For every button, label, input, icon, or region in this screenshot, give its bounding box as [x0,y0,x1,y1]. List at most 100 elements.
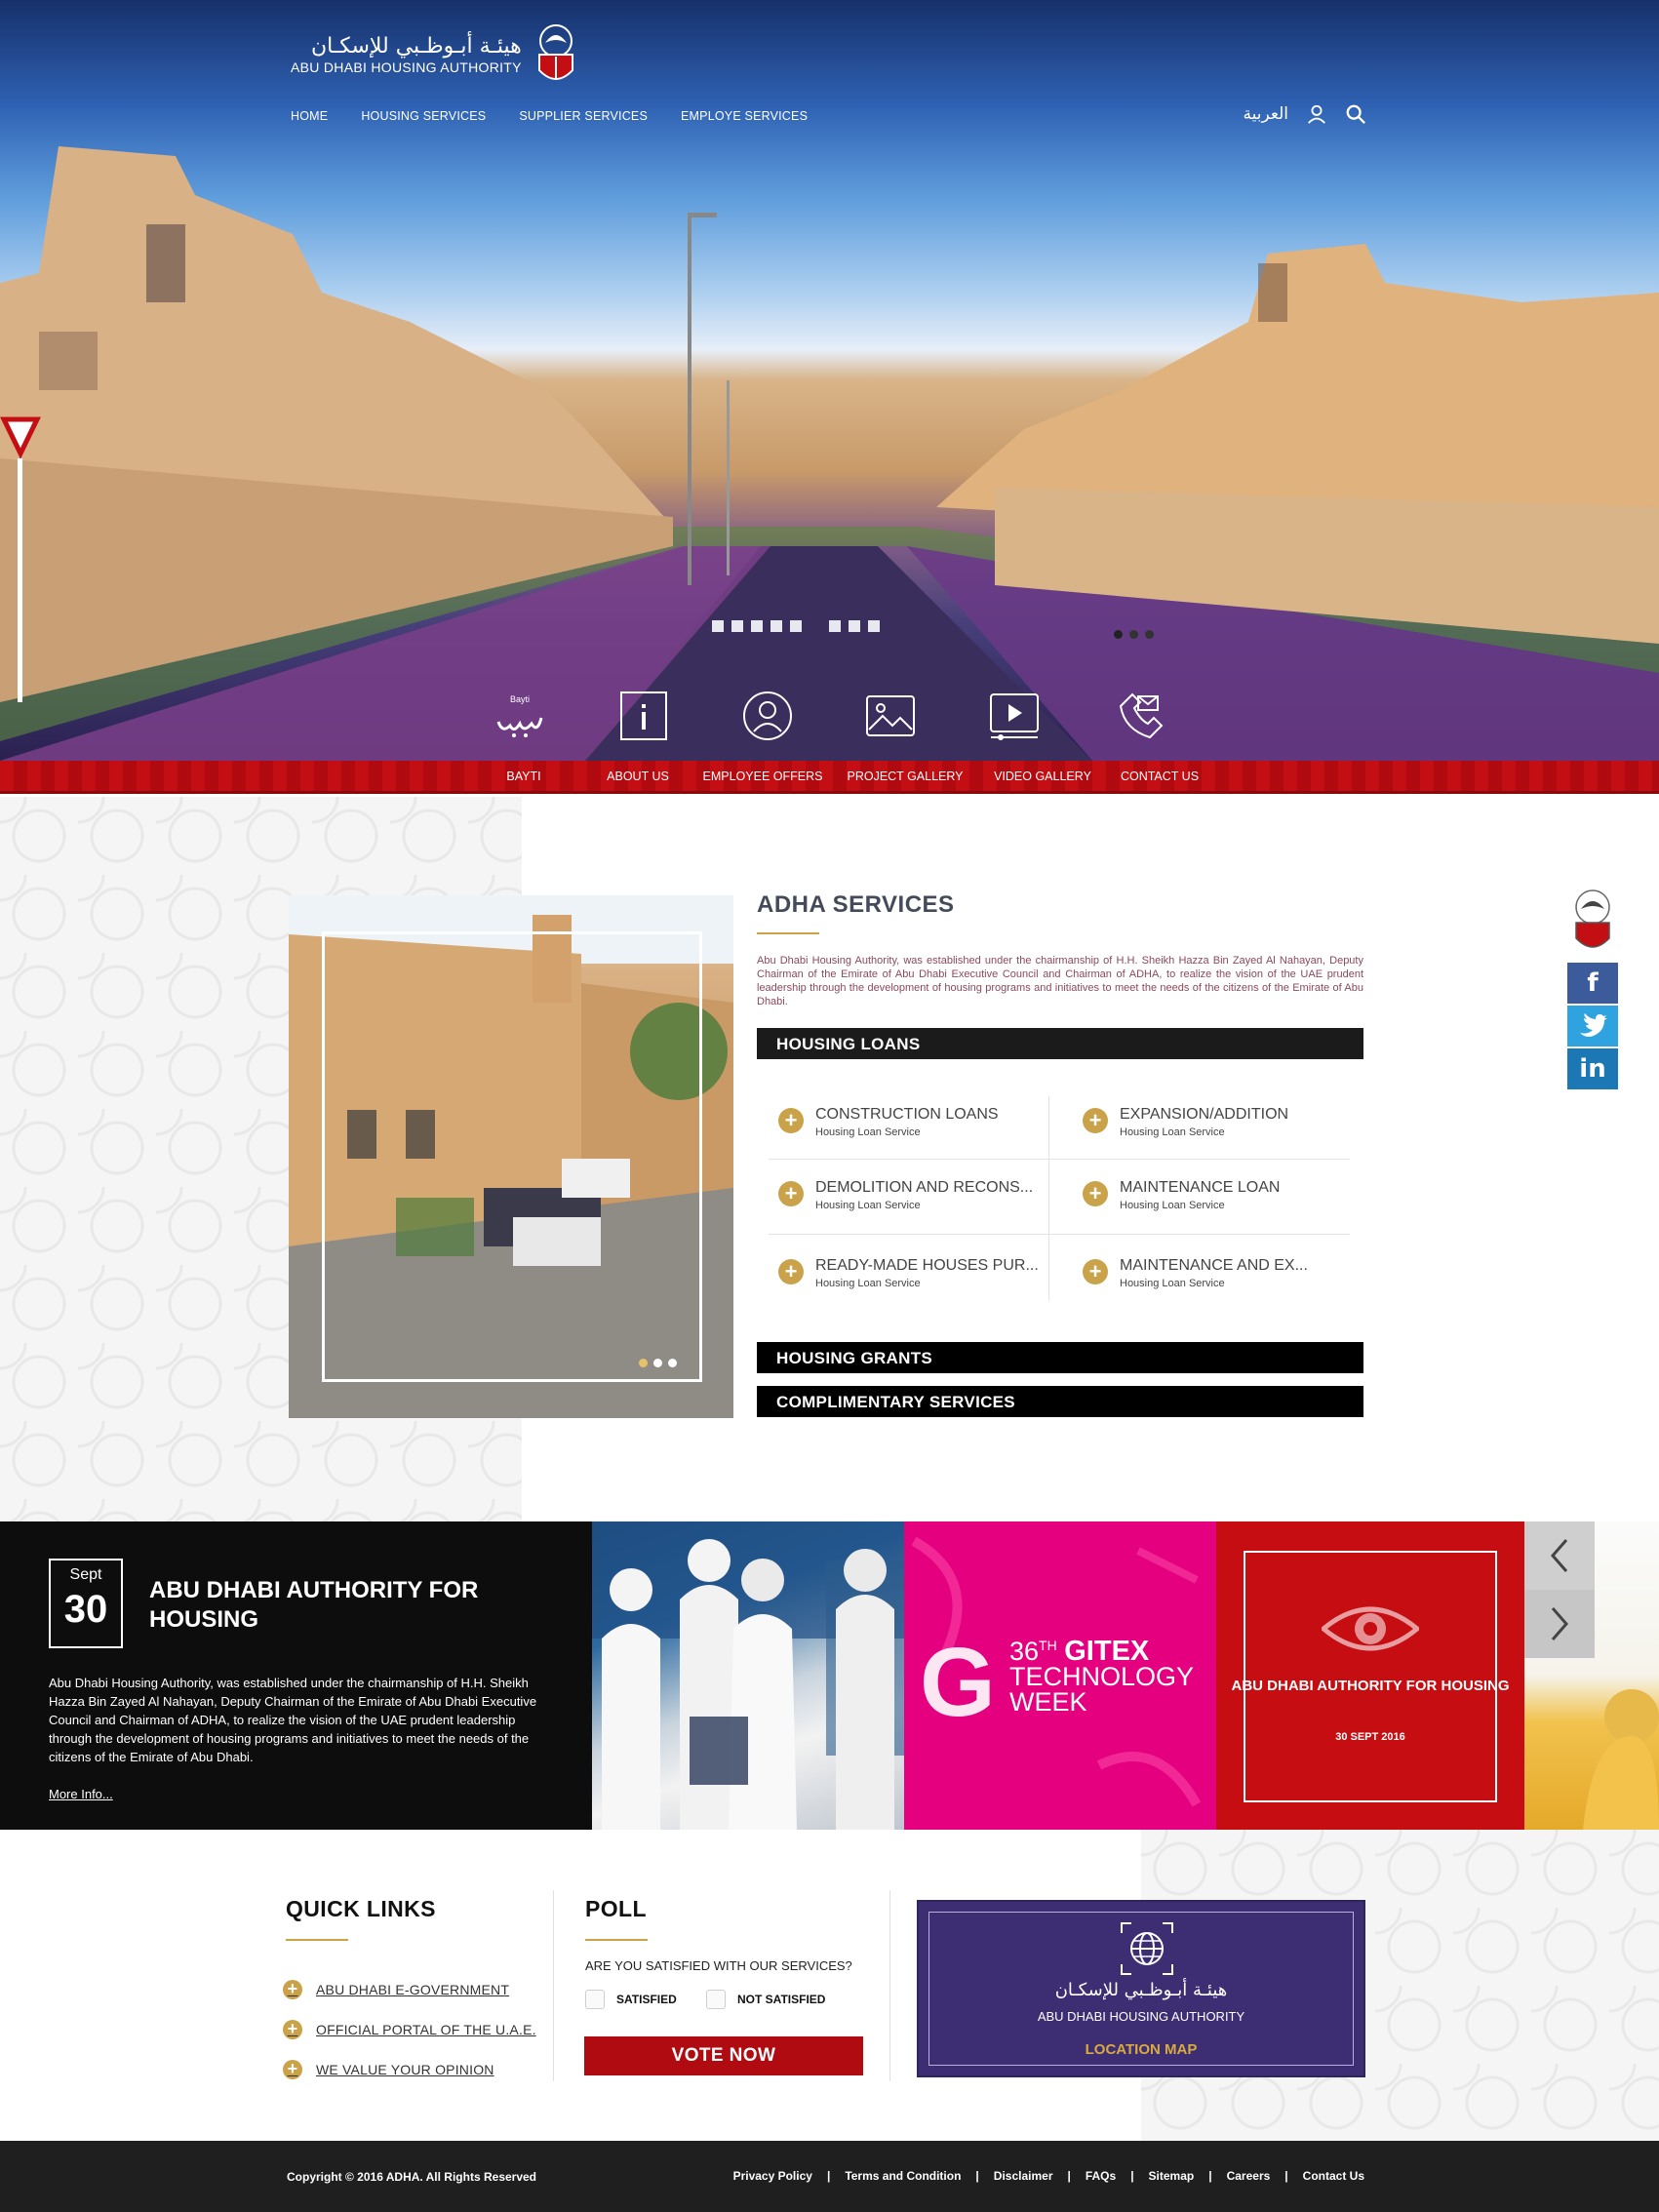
user-icon[interactable] [1306,103,1327,125]
logo-english: ABU DHABI HOUSING AUTHORITY [291,59,522,75]
location-map-card[interactable]: هيئـة أبـوظـبي للإسكـان ABU DHABI HOUSIN… [917,1900,1365,2077]
news-date: Sept 30 [49,1559,123,1648]
carousel-next-button[interactable] [1524,1590,1595,1658]
hero-slide-dot[interactable] [1114,630,1123,639]
title-underline [286,1939,348,1941]
news-gitex[interactable]: G 36TH GITEX TECHNOLOGY WEEK [904,1521,1216,1830]
footer-link-disclaimer[interactable]: Disclaimer [994,2169,1053,2183]
nav-housing-services[interactable]: HOUSING SERVICES [361,109,486,123]
gallery-icon[interactable] [861,689,920,743]
nav-employe-services[interactable]: EMPLOYE SERVICES [681,109,808,123]
search-icon[interactable] [1345,103,1366,125]
photo-slider-dots [639,1359,677,1367]
poll-option-not-satisfied[interactable]: NOT SATISFIED [706,1990,825,2009]
hero-slide-dot[interactable] [1129,630,1138,639]
footer-link-sitemap[interactable]: Sitemap [1149,2169,1195,2183]
employee-icon[interactable] [738,689,797,743]
language-switch[interactable]: العربية [1244,104,1288,124]
gitex-logo-letter: G [920,1628,996,1737]
news-month: Sept [69,1566,102,1583]
news-photo-exhibition[interactable] [592,1521,904,1830]
map-logo-english: ABU DHABI HOUSING AUTHORITY [1037,2009,1245,2024]
quick-icons: Bayti [458,689,1200,745]
poll-question: ARE YOU SATISFIED WITH OUR SERVICES? [585,1958,852,1973]
footer-link-terms[interactable]: Terms and Condition [845,2169,961,2183]
quicknav-contact-us[interactable]: CONTACT US [1091,770,1228,783]
footer-link-privacy[interactable]: Privacy Policy [733,2169,812,2183]
carousel-prev-button[interactable] [1524,1521,1595,1590]
loan-demolition[interactable]: + DEMOLITION AND RECONS... Housing Loan … [778,1165,1051,1234]
vote-now-button[interactable]: VOTE NOW [584,2036,863,2075]
plus-circle-icon: + [778,1108,804,1133]
loan-expansion[interactable]: + EXPANSION/ADDITION Housing Loan Servic… [1083,1092,1356,1161]
linkedin-icon[interactable]: in [1567,1048,1618,1089]
twitter-icon[interactable] [1567,1006,1618,1047]
photo-slide-dot[interactable] [639,1359,648,1367]
info-icon[interactable] [614,689,673,743]
footer-link-careers[interactable]: Careers [1227,2169,1271,2183]
photo-slide-dot[interactable] [668,1359,677,1367]
loan-subtitle: Housing Loan Service [1120,1278,1225,1289]
column-divider [889,1890,890,2081]
category-housing-grants[interactable]: HOUSING GRANTS [757,1342,1363,1373]
category-complimentary-services[interactable]: COMPLIMENTARY SERVICES [757,1386,1363,1417]
nav-home[interactable]: HOME [291,109,328,123]
checkbox[interactable] [585,1990,605,2009]
falcon-emblem-icon [537,24,573,80]
quick-link-label: OFFICIAL PORTAL OF THE U.A.E. [316,2022,536,2037]
news-day: 30 [63,1588,108,1631]
footer-separator: | [1067,2169,1071,2183]
event-title: ABU DHABI AUTHORITY FOR HOUSING [1231,1678,1510,1694]
hero-image [0,146,1659,761]
news-title: ABU DHABI AUTHORITY FOR HOUSING [149,1577,479,1633]
poll-option-satisfied[interactable]: SATISFIED [585,1990,677,2009]
quicknav-about-us[interactable]: ABOUT US [570,770,706,783]
loan-subtitle: Housing Loan Service [1120,1126,1225,1138]
hero-slide-dot[interactable] [1145,630,1154,639]
quicknav-video-gallery[interactable]: VIDEO GALLERY [974,770,1111,783]
tile-frame [1244,1551,1497,1802]
gitex-text: 36TH GITEX TECHNOLOGY WEEK [1009,1633,1194,1716]
loan-title: DEMOLITION AND RECONS... [815,1179,1034,1196]
quick-link-e-government[interactable]: + ABU DHABI E-GOVERNMENT [283,1980,509,1999]
loan-ready-made[interactable]: + READY-MADE HOUSES PUR... Housing Loan … [778,1244,1051,1312]
checkbox[interactable] [706,1990,726,2009]
plus-circle-icon: + [778,1259,804,1284]
quicknav-employee-offers[interactable]: EMPLOYEE OFFERS [694,770,831,783]
site-logo[interactable]: هيئـة أبـوظـبي للإسكـان ABU DHABI HOUSIN… [291,21,580,88]
news-text: Abu Dhabi Housing Authority, was establi… [49,1676,537,1764]
eye-icon [1322,1606,1419,1651]
quicknav-project-gallery[interactable]: PROJECT GALLERY [837,770,973,783]
photo-slide-dot[interactable] [653,1359,662,1367]
quick-link-official-portal[interactable]: + OFFICIAL PORTAL OF THE U.A.E. [283,2020,536,2039]
category-housing-loans[interactable]: HOUSING LOANS [757,1028,1363,1059]
footer-separator: | [1130,2169,1134,2183]
services-description: Abu Dhabi Housing Authority, was establi… [757,955,1363,1007]
loan-title: MAINTENANCE AND EX... [1120,1257,1308,1274]
chevron-left-icon [1551,1539,1568,1572]
poll-title: POLL [585,1896,647,1921]
contact-icon[interactable] [1109,689,1167,743]
location-map-link[interactable]: LOCATION MAP [919,2041,1363,2058]
loan-title: MAINTENANCE LOAN [1120,1179,1281,1196]
video-icon[interactable] [985,689,1044,743]
loan-maintenance[interactable]: + MAINTENANCE LOAN Housing Loan Service [1083,1165,1356,1234]
column-divider [553,1890,554,2081]
footer-link-faqs[interactable]: FAQs [1086,2169,1116,2183]
footer-link-contact[interactable]: Contact Us [1303,2169,1364,2183]
loan-subtitle: Housing Loan Service [815,1126,921,1138]
services-title: ADHA SERVICES [757,891,955,918]
news-adha-event[interactable]: ABU DHABI AUTHORITY FOR HOUSING 30 SEPT … [1216,1521,1524,1830]
nav-supplier-services[interactable]: SUPPLIER SERVICES [519,109,648,123]
bayti-logo-icon[interactable]: Bayti [491,689,549,743]
plus-circle-icon: + [283,2060,302,2079]
news-more-link[interactable]: More Info... [49,1787,113,1801]
facebook-icon[interactable]: f [1567,963,1618,1004]
loan-maintenance-ex[interactable]: + MAINTENANCE AND EX... Housing Loan Ser… [1083,1244,1356,1312]
quick-link-label: ABU DHABI E-GOVERNMENT [316,1982,510,1997]
footer-separator: | [975,2169,979,2183]
footer-separator: | [1208,2169,1212,2183]
quick-links-title: QUICK LINKS [286,1896,436,1921]
quick-link-opinion[interactable]: + WE VALUE YOUR OPINION [283,2060,494,2079]
loan-construction[interactable]: + CONSTRUCTION LOANS Housing Loan Servic… [778,1092,1051,1161]
